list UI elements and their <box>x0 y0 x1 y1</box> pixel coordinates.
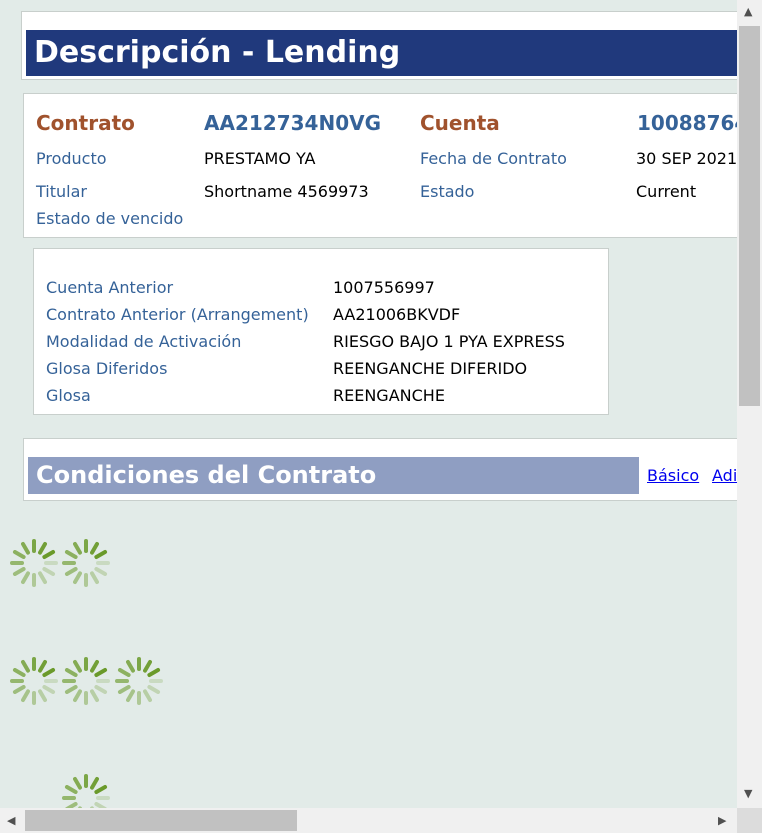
titular-label: Titular <box>36 182 87 201</box>
detail-label: Glosa <box>46 386 91 405</box>
estado-label: Estado <box>420 182 475 201</box>
producto-value: PRESTAMO YA <box>204 149 316 168</box>
detail-value: REENGANCHE <box>333 386 445 405</box>
detail-value: 1007556997 <box>333 278 435 297</box>
page-title: Descripción - Lending <box>26 30 737 76</box>
estado-value: Current <box>636 182 697 201</box>
producto-label: Producto <box>36 149 107 168</box>
contrato-value: AA212734N0VG <box>204 111 382 135</box>
loading-spinner-icon <box>62 774 110 808</box>
fecha-contrato-label: Fecha de Contrato <box>420 149 567 168</box>
detail-label: Cuenta Anterior <box>46 278 174 297</box>
contrato-label: Contrato <box>36 111 135 135</box>
vertical-scrollbar[interactable]: ▲ ▼ <box>737 0 762 808</box>
estado-vencido-label: Estado de vencido <box>36 209 184 228</box>
detail-value: AA21006BKVDF <box>333 305 461 324</box>
basico-link[interactable]: Básico <box>647 466 699 485</box>
scrollbar-corner <box>737 808 762 833</box>
arrow-down-icon[interactable]: ▼ <box>744 788 752 800</box>
cuenta-value: 10088764 <box>637 111 737 135</box>
detail-label: Modalidad de Activación <box>46 332 242 351</box>
titular-value: Shortname 4569973 <box>204 182 369 201</box>
contract-header-panel: Contrato AA212734N0VG Cuenta 10088764 Pr… <box>23 93 737 238</box>
detail-label: Glosa Diferidos <box>46 359 168 378</box>
arrow-up-icon[interactable]: ▲ <box>744 6 752 18</box>
loading-spinner-icon <box>62 657 110 705</box>
horizontal-scroll-thumb[interactable] <box>25 810 297 831</box>
adicional-link[interactable]: Adi <box>712 466 737 485</box>
arrow-right-icon[interactable]: ▶ <box>718 815 726 827</box>
horizontal-scrollbar[interactable]: ◀ ▶ <box>0 808 737 833</box>
fecha-contrato-value: 30 SEP 2021 <box>636 149 737 168</box>
arrow-left-icon[interactable]: ◀ <box>7 815 15 827</box>
cuenta-label: Cuenta <box>420 111 500 135</box>
loading-spinner-icon <box>10 657 58 705</box>
conditions-title: Condiciones del Contrato <box>28 457 639 494</box>
conditions-panel: Condiciones del Contrato Básico Adi <box>23 438 737 501</box>
detail-value: RIESGO BAJO 1 PYA EXPRESS <box>333 332 565 351</box>
loading-spinner-icon <box>62 539 110 587</box>
page-viewport: Descripción - Lending Contrato AA212734N… <box>0 0 737 808</box>
title-panel: Descripción - Lending <box>21 11 737 80</box>
vertical-scroll-thumb[interactable] <box>739 26 760 406</box>
loading-spinner-icon <box>10 539 58 587</box>
details-panel: Cuenta Anterior 1007556997 Contrato Ante… <box>33 248 609 415</box>
loading-spinner-icon <box>115 657 163 705</box>
detail-label: Contrato Anterior (Arrangement) <box>46 305 309 324</box>
detail-value: REENGANCHE DIFERIDO <box>333 359 528 378</box>
